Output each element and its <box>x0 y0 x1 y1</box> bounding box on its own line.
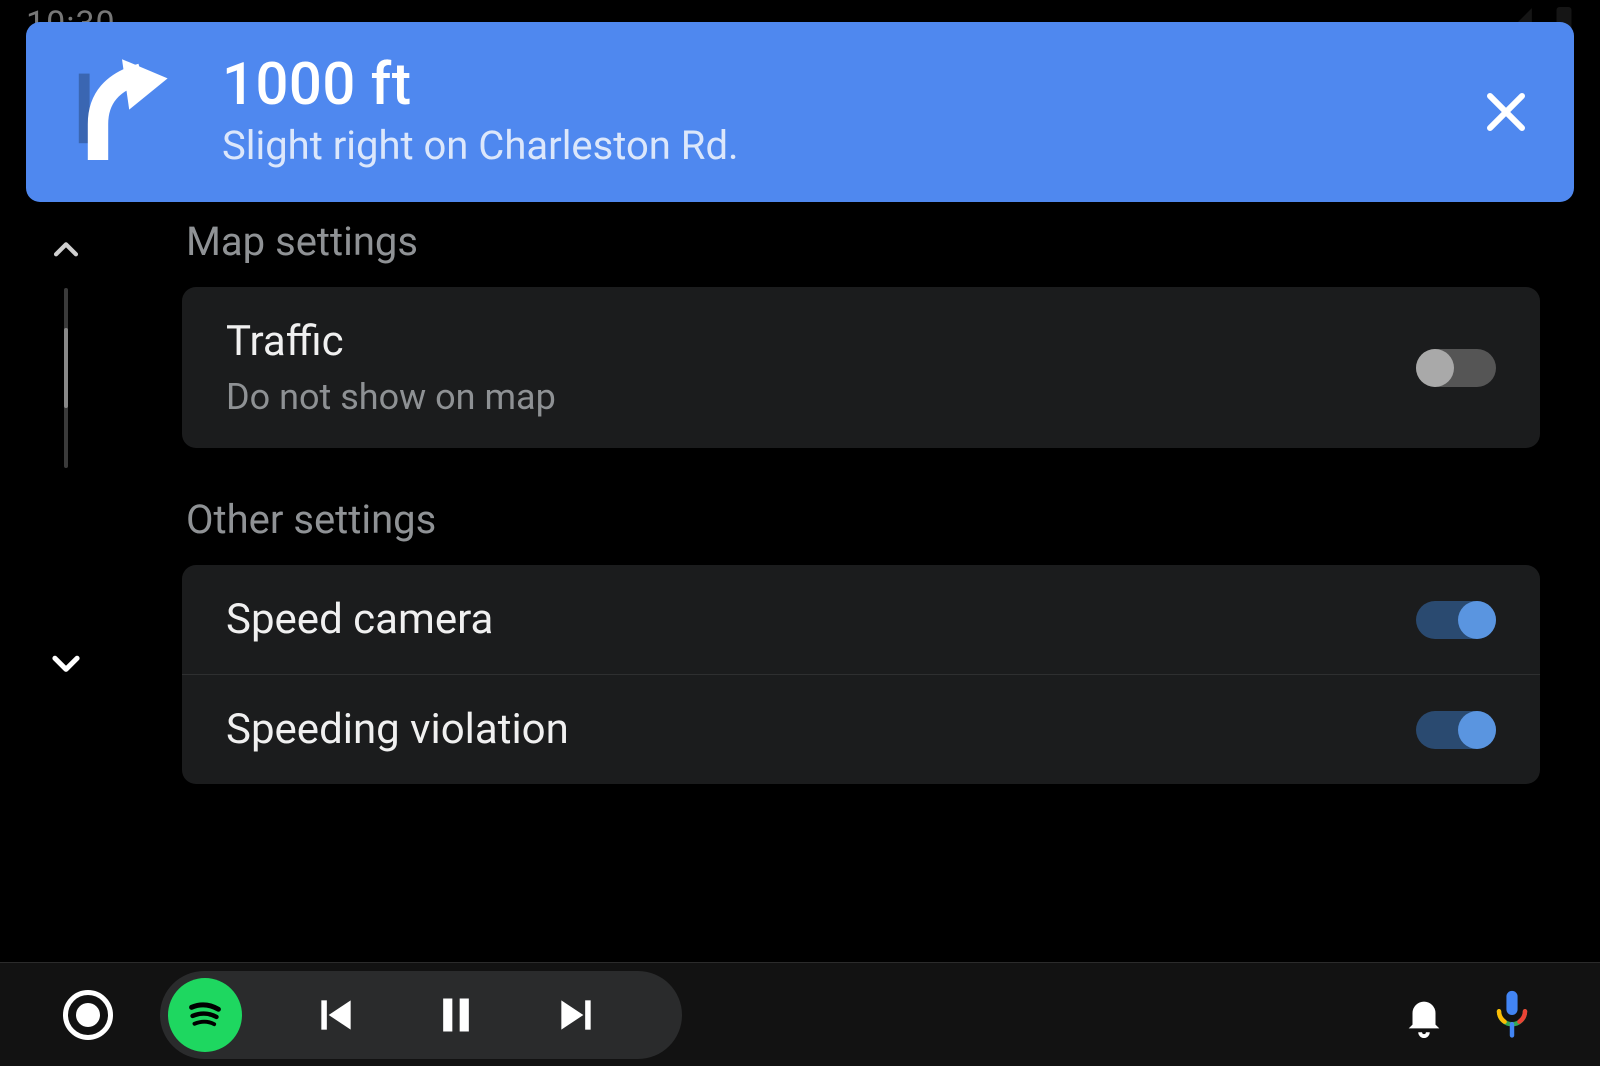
other-settings-card: Speed camera Speeding violation <box>182 565 1540 784</box>
bell-icon <box>1401 992 1447 1038</box>
nav-instruction: Slight right on Charleston Rd. <box>222 122 1478 169</box>
setting-title: Speeding violation <box>226 705 1416 754</box>
setting-row-speed-camera[interactable]: Speed camera <box>182 565 1540 674</box>
setting-row-traffic[interactable]: Traffic Do not show on map <box>182 287 1540 448</box>
section-header-other: Other settings <box>186 496 1540 543</box>
setting-title: Traffic <box>226 317 1416 366</box>
setting-title: Speed camera <box>226 595 1416 644</box>
toggle-speeding-violation[interactable] <box>1416 711 1496 749</box>
chevron-down-icon[interactable] <box>46 643 86 683</box>
turn-slight-right-icon <box>62 52 182 172</box>
nav-distance: 1000 ft <box>222 55 1478 116</box>
navigation-banner[interactable]: 1000 ft Slight right on Charleston Rd. <box>26 22 1574 202</box>
home-icon <box>63 990 113 1040</box>
previous-track-button[interactable] <box>276 993 396 1037</box>
bottom-bar <box>0 962 1600 1066</box>
scroll-indicator <box>36 230 96 486</box>
notifications-button[interactable] <box>1380 971 1468 1059</box>
map-settings-card: Traffic Do not show on map <box>182 287 1540 448</box>
section-header-map: Map settings <box>186 218 1540 265</box>
spotify-icon[interactable] <box>168 978 242 1052</box>
assistant-mic-button[interactable] <box>1468 971 1556 1059</box>
toggle-speed-camera[interactable] <box>1416 601 1496 639</box>
home-button[interactable] <box>44 971 132 1059</box>
pause-button[interactable] <box>396 993 516 1037</box>
next-track-button[interactable] <box>516 993 636 1037</box>
media-controls <box>160 971 682 1059</box>
toggle-traffic[interactable] <box>1416 349 1496 387</box>
chevron-up-icon[interactable] <box>46 230 86 270</box>
google-mic-icon <box>1489 989 1535 1041</box>
close-button[interactable] <box>1478 84 1534 140</box>
setting-row-speeding-violation[interactable]: Speeding violation <box>182 674 1540 784</box>
scrollbar-track[interactable] <box>64 288 68 468</box>
setting-subtitle: Do not show on map <box>226 376 1416 418</box>
settings-panel: Map settings Traffic Do not show on map … <box>182 210 1540 956</box>
scrollbar-thumb[interactable] <box>64 328 68 408</box>
